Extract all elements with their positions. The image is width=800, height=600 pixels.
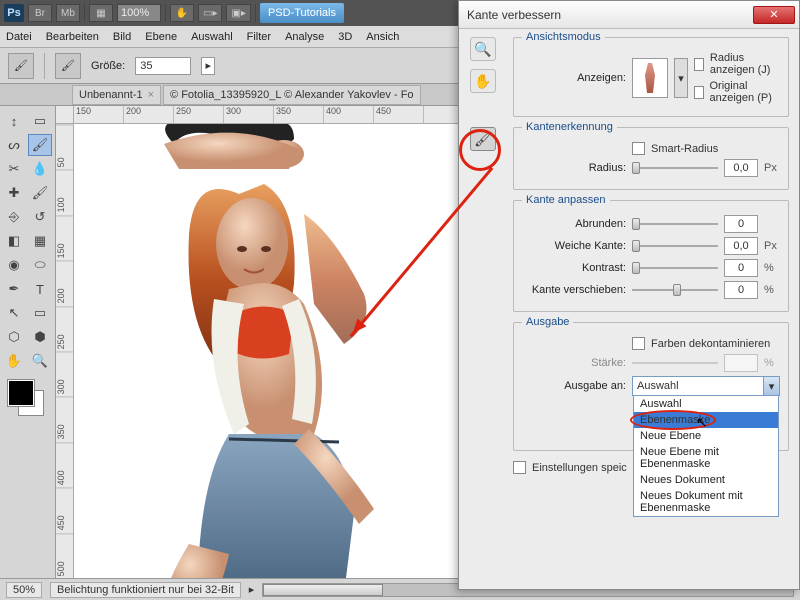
- menu-datei[interactable]: Datei: [6, 31, 32, 43]
- menu-bearbeiten[interactable]: Bearbeiten: [46, 31, 99, 43]
- shift-slider[interactable]: [632, 282, 718, 298]
- smooth-slider[interactable]: [632, 216, 718, 232]
- view-thumbnail[interactable]: [632, 58, 668, 98]
- eyedropper-tool[interactable]: 💧: [28, 158, 52, 180]
- hand-tool[interactable]: ✋: [2, 350, 26, 372]
- 3d-camera-tool[interactable]: ⬢: [28, 326, 52, 348]
- remember-checkbox[interactable]: [513, 461, 526, 474]
- decontaminate-checkbox[interactable]: [632, 337, 645, 350]
- stamp-tool[interactable]: ⎆: [2, 206, 26, 228]
- menu-ebene[interactable]: Ebene: [145, 31, 177, 43]
- view-dropdown-arrow[interactable]: ▾: [674, 58, 688, 98]
- menu-3d[interactable]: 3D: [338, 31, 352, 43]
- contrast-slider[interactable]: [632, 260, 718, 276]
- ruler-origin[interactable]: [56, 106, 74, 124]
- refine-edge-dialog: Kante verbessern ✕ 🔍 ✋ 🖌 Ansichtsmodus A…: [458, 0, 800, 590]
- tools-panel: ↕ ▭ ᔕ 🖌 ✂ 💧 ✚ 🖌 ⎆ ↺ ◧ ▦ ◉ ⬭ ✒ T ↖ ▭ ⬡ ⬢ …: [0, 106, 56, 578]
- shape-tool[interactable]: ▭: [28, 302, 52, 324]
- zoom-tool[interactable]: 🔍: [28, 350, 52, 372]
- strength-slider: [632, 355, 718, 371]
- menu-bild[interactable]: Bild: [113, 31, 131, 43]
- minibridge-button[interactable]: Mb: [56, 4, 80, 22]
- eraser-tool[interactable]: ◧: [2, 230, 26, 252]
- path-tool[interactable]: ↖: [2, 302, 26, 324]
- viewmode-panel: Ansichtsmodus Anzeigen: ▾ Radius anzeige…: [513, 37, 789, 117]
- dd-item-auswahl[interactable]: Auswahl: [634, 396, 778, 412]
- size-input[interactable]: 35: [135, 57, 191, 75]
- output-dropdown-list: Auswahl Ebenenmaske ↖ Neue Ebene Neue Eb…: [633, 395, 779, 517]
- close-button[interactable]: ✕: [753, 6, 795, 24]
- hand-tool-icon[interactable]: ✋: [470, 69, 496, 93]
- app-icon: Ps: [4, 4, 24, 22]
- dialog-title: Kante verbessern: [463, 8, 753, 22]
- smartradius-checkbox[interactable]: [632, 142, 645, 155]
- brush-tool[interactable]: 🖌: [28, 182, 52, 204]
- bridge-button[interactable]: Br: [28, 4, 52, 22]
- dd-item-neue-ebene[interactable]: Neue Ebene: [634, 428, 778, 444]
- ruler-vertical[interactable]: 50100150200250300350400450500: [56, 124, 74, 578]
- type-tool[interactable]: T: [28, 278, 52, 300]
- foreground-swatch[interactable]: [8, 380, 34, 406]
- zoom-level[interactable]: 100%: [117, 4, 161, 22]
- quickselect-tool[interactable]: 🖌: [28, 134, 52, 156]
- move-tool[interactable]: ↕: [2, 110, 26, 132]
- current-tool-icon[interactable]: 🖌: [8, 53, 34, 79]
- smooth-value[interactable]: 0: [724, 215, 758, 233]
- color-swatches[interactable]: [8, 380, 48, 420]
- radius-slider[interactable]: [632, 160, 718, 176]
- output-panel: Ausgabe Farben dekontaminieren Stärke:% …: [513, 322, 789, 451]
- 3d-tool[interactable]: ⬡: [2, 326, 26, 348]
- status-zoom[interactable]: 50%: [6, 582, 42, 598]
- dd-item-neues-dok[interactable]: Neues Dokument: [634, 472, 778, 488]
- view-extras-button[interactable]: ▦: [89, 4, 113, 22]
- doc-tab-2[interactable]: © Fotolia_13395920_L © Alexander Yakovle…: [163, 85, 421, 105]
- menu-filter[interactable]: Filter: [247, 31, 271, 43]
- radius-checkbox[interactable]: [694, 58, 704, 71]
- menu-ansicht[interactable]: Ansich: [366, 31, 399, 43]
- history-brush-tool[interactable]: ↺: [28, 206, 52, 228]
- adjust-panel: Kante anpassen Abrunden:0 Weiche Kante:0…: [513, 200, 789, 312]
- output-dropdown[interactable]: Auswahl ▾ Auswahl Ebenenmaske ↖ Neue Ebe…: [632, 376, 780, 396]
- size-label: Größe:: [91, 60, 125, 72]
- menu-analyse[interactable]: Analyse: [285, 31, 324, 43]
- pen-tool[interactable]: ✒: [2, 278, 26, 300]
- crop-tool[interactable]: ✂: [2, 158, 26, 180]
- feather-slider[interactable]: [632, 238, 718, 254]
- menu-auswahl[interactable]: Auswahl: [191, 31, 233, 43]
- lasso-tool[interactable]: ᔕ: [2, 134, 26, 156]
- doc-tab-1[interactable]: Unbenannt-1×: [72, 85, 161, 105]
- status-message: Belichtung funktioniert nur bei 32-Bit: [50, 582, 241, 598]
- dd-item-neue-ebene-mask[interactable]: Neue Ebene mit Ebenenmaske: [634, 444, 778, 472]
- tutorials-tab[interactable]: PSD-Tutorials: [260, 3, 344, 23]
- shift-value[interactable]: 0: [724, 281, 758, 299]
- brush-preset[interactable]: 🖌: [55, 53, 81, 79]
- hand-button[interactable]: ✋: [170, 4, 194, 22]
- size-stepper[interactable]: ▸: [201, 57, 215, 75]
- canvas-image: [74, 124, 494, 578]
- dd-item-neues-dok-mask[interactable]: Neues Dokument mit Ebenenmaske: [634, 488, 778, 516]
- gradient-tool[interactable]: ▦: [28, 230, 52, 252]
- close-icon[interactable]: ×: [148, 89, 154, 101]
- arrange-button[interactable]: ▭▸: [198, 4, 222, 22]
- edgedetect-panel: Kantenerkennung Smart-Radius Radius: 0,0…: [513, 127, 789, 190]
- screenmode-button[interactable]: ▣▸: [226, 4, 250, 22]
- remember-label: Einstellungen speic: [532, 462, 627, 474]
- zoom-tool-icon[interactable]: 🔍: [470, 37, 496, 61]
- contrast-value[interactable]: 0: [724, 259, 758, 277]
- show-label: Anzeigen:: [522, 72, 626, 84]
- original-checkbox[interactable]: [694, 86, 704, 99]
- radius-value[interactable]: 0,0: [724, 159, 758, 177]
- dialog-titlebar[interactable]: Kante verbessern ✕: [459, 1, 799, 29]
- blur-tool[interactable]: ◉: [2, 254, 26, 276]
- dodge-tool[interactable]: ⬭: [28, 254, 52, 276]
- refine-brush-icon[interactable]: 🖌: [470, 127, 496, 151]
- chevron-down-icon[interactable]: ▾: [763, 377, 779, 395]
- feather-value[interactable]: 0,0: [724, 237, 758, 255]
- dd-item-ebenenmaske[interactable]: Ebenenmaske ↖: [634, 412, 778, 428]
- heal-tool[interactable]: ✚: [2, 182, 26, 204]
- marquee-tool[interactable]: ▭: [28, 110, 52, 132]
